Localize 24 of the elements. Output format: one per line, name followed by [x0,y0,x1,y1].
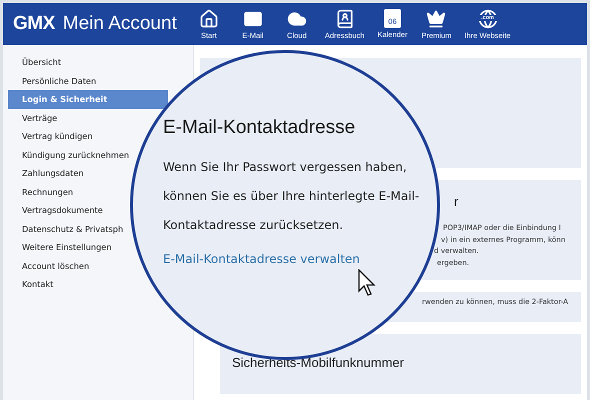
sidebar-item[interactable]: Datenschutz & Privatsph [8,220,124,238]
contacts-icon [334,8,355,28]
sidebar-item[interactable]: Vertrag kündigen [8,127,93,146]
home-icon [198,8,219,28]
crown-icon [426,8,446,28]
section-heading: E-Mail-Kontaktadresse [163,117,356,139]
sidebar-item[interactable]: Rechnungen [8,182,74,201]
sidebar-item[interactable]: Kündigung zurücknehmen [8,146,130,164]
sidebar-item[interactable]: Vertragsdokumente [8,201,103,220]
card-heading: r [454,193,458,211]
section-heading: Sicherheits-Mobilfunknummer [232,355,404,370]
cursor-icon [358,269,378,297]
sidebar-item[interactable]: Verträge [8,108,58,127]
sidebar-item[interactable]: Übersicht [8,53,62,72]
sidebar-item[interactable]: Zahlungsdaten [8,164,84,182]
sidebar-item[interactable]: Login & Sicherheit [8,90,168,108]
sidebar-item[interactable]: Account löschen [8,256,90,275]
sidebar-item[interactable]: Kontakt [8,275,54,294]
sidebar-item[interactable]: Persönliche Daten [8,72,96,90]
page-title: Mein Account [62,13,177,35]
description-text: Wenn Sie Ihr Passwort vergessen haben, können Sie es über Ihre hinterlegte E-Mail-Kontaktadresse zurücksetzen. [163,159,420,234]
sidebar-item[interactable]: Weitere Einstellungen [8,238,112,256]
manage-link[interactable]: E-Mail-Kontaktadresse verwalten [163,252,360,266]
logo: GMX [13,13,55,35]
